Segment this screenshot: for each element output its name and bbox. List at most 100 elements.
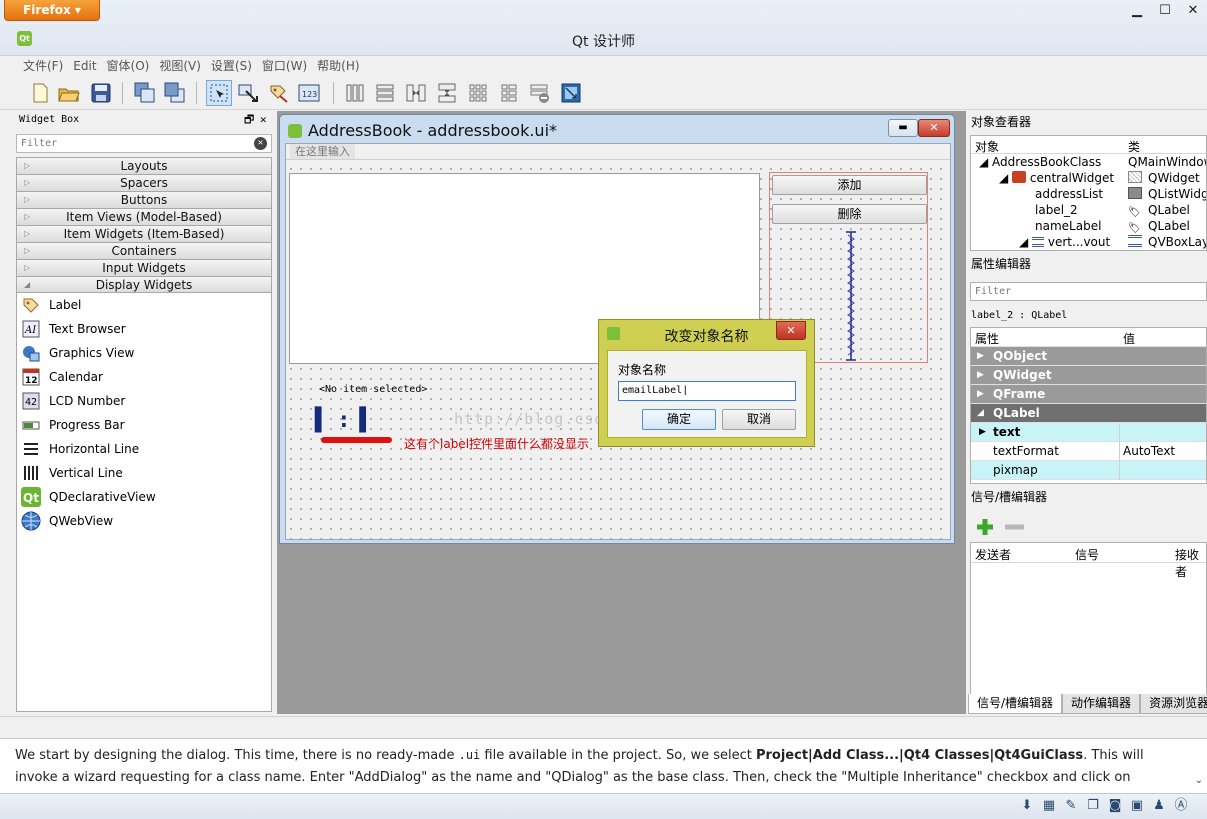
col-sender[interactable]: 发送者 [975,546,1011,563]
tools-icon[interactable]: ✎ [1063,798,1079,814]
widget-item-calendar[interactable]: 12 Calendar [17,365,271,389]
col-signal[interactable]: 信号 [1075,546,1099,563]
category-input-widgets[interactable]: ▷ Input Widgets [16,259,272,276]
send-to-back-icon[interactable] [132,80,158,106]
adjust-size-icon[interactable] [558,80,584,106]
scroll-down-icon[interactable]: ⌄ [1195,775,1203,786]
property-value[interactable]: AutoText [1123,444,1175,458]
widget-item-lcd-number[interactable]: 42 LCD Number [17,389,271,413]
menu-edit[interactable]: Edit [68,56,101,76]
minimize-icon[interactable]: ▁ [1123,0,1151,22]
category-buttons[interactable]: ▷ Buttons [16,191,272,208]
layout-vertical-splitter-icon[interactable] [434,80,460,106]
save-icon[interactable] [88,80,114,106]
add-button[interactable]: 添加 [772,175,927,195]
delete-button[interactable]: 删除 [772,204,927,224]
col-receiver[interactable]: 接收者 [1175,546,1206,580]
close-icon[interactable]: ✕ [918,119,950,137]
property-group-qobject[interactable]: ▶ QObject [971,347,1206,366]
menu-view[interactable]: 视图(V) [154,56,206,76]
download-icon[interactable]: ⬇ [1019,798,1035,814]
ok-button[interactable]: 确定 [642,409,716,430]
tree-row[interactable]: ◢ AddressBookClass QMainWindow [971,154,1206,170]
clear-filter-icon[interactable]: ✕ [254,137,267,150]
add-connection-icon[interactable] [975,517,995,537]
widget-item-qwebview[interactable]: QWebView [17,509,271,533]
edit-buddies-icon[interactable] [266,80,292,106]
category-spacers[interactable]: ▷ Spacers [16,174,272,191]
tab-signal-slot-editor[interactable]: 信号/槽编辑器 [968,694,1063,714]
vertical-spacer-icon[interactable] [845,231,857,361]
property-row-pixmap[interactable]: pixmap [971,461,1206,480]
new-file-icon[interactable] [27,80,53,106]
capture-icon[interactable]: ▣ [1129,798,1145,814]
break-layout-icon[interactable] [527,80,553,106]
property-filter-input[interactable]: Filter [970,282,1207,301]
edit-widgets-icon[interactable] [206,80,232,106]
tab-action-editor[interactable]: 动作编辑器 [1062,694,1141,714]
layout-horizontal-icon[interactable] [342,80,368,106]
tree-row[interactable]: label_2 🏷 QLabel [971,202,1206,218]
col-property[interactable]: 属性 [975,330,999,347]
property-group-qlabel[interactable]: ◢ QLabel [971,404,1206,423]
maximize-icon[interactable]: ☐ [1151,0,1179,22]
menu-file[interactable]: 文件(F) [18,56,68,76]
close-icon[interactable]: ✕ [1179,0,1207,22]
col-object[interactable]: 对象 [975,138,999,155]
menu-form[interactable]: 窗体(O) [102,56,155,76]
layout-horizontal-splitter-icon[interactable] [403,80,429,106]
firefox-menu-button[interactable]: Firefox ▾ [4,0,100,21]
widget-item-label[interactable]: Label [17,293,271,317]
close-icon[interactable]: ✕ [260,111,267,129]
tree-row[interactable]: nameLabel 🏷 QLabel [971,218,1206,234]
open-folder-icon[interactable] [56,80,82,106]
form-window-titlebar[interactable]: AddressBook - addressbook.ui* ▬ ✕ [280,115,954,145]
name-label-text[interactable]: <No item selected> [319,384,427,395]
property-group-qframe[interactable]: ▶ QFrame [971,385,1206,404]
property-table[interactable]: 属性 值 ▶ QObject ▶ QWidget ▶ QFrame ◢ QLabel ▶… [970,327,1207,484]
widget-item-text-browser[interactable]: AI Text Browser [17,317,271,341]
widget-item-graphics-view[interactable]: Graphics View [17,341,271,365]
minimize-icon[interactable]: ▬ [888,119,918,137]
tab-resource-browser[interactable]: 资源浏览器 [1140,694,1207,714]
type-here-menu-item[interactable]: 在这里输入 [290,144,355,159]
category-display-widgets[interactable]: ◢ Display Widgets [16,276,272,293]
addon-bar-icon[interactable]: ▦ [1041,798,1057,814]
layout-grid-icon[interactable] [465,80,491,106]
menu-settings[interactable]: 设置(S) [206,56,257,76]
menu-window[interactable]: 窗口(W) [257,56,312,76]
screenshot-icon[interactable]: ◙ [1107,798,1123,814]
close-icon[interactable]: ✕ [776,321,806,340]
edit-signals-slots-icon[interactable] [236,80,262,106]
empty-label-widget[interactable]: ▌:▌ [315,408,382,433]
windows-icon[interactable]: ❐ [1085,798,1101,814]
object-name-input[interactable]: emailLabel| [618,381,796,401]
widget-item-horizontal-line[interactable]: Horizontal Line [17,437,271,461]
col-class[interactable]: 类 [1128,138,1140,155]
col-value[interactable]: 值 [1123,330,1135,347]
object-inspector-tree[interactable]: 对象 类 ◢ AddressBookClass QMainWindow ◢ ce… [970,135,1207,251]
property-row-textformat[interactable]: textFormat AutoText [971,442,1206,461]
category-layouts[interactable]: ▷ Layouts [16,157,272,174]
category-item-views[interactable]: ▷ Item Views (Model-Based) [16,208,272,225]
menu-help[interactable]: 帮助(H) [312,56,364,76]
tree-row[interactable]: addressList QListWidget [971,186,1206,202]
category-item-widgets[interactable]: ▷ Item Widgets (Item-Based) [16,225,272,242]
remove-connection-icon[interactable] [1004,517,1024,537]
float-icon[interactable]: 🗗 [244,111,254,129]
category-containers[interactable]: ▷ Containers [16,242,272,259]
layout-form-icon[interactable] [496,80,522,106]
property-group-qwidget[interactable]: ▶ QWidget [971,366,1206,385]
bring-to-front-icon[interactable] [162,80,188,106]
edit-tab-order-icon[interactable]: 123 [296,80,322,106]
tree-row[interactable]: ◢ centralWidget QWidget [971,170,1206,186]
cancel-button[interactable]: 取消 [722,409,796,430]
tree-row[interactable]: ◢ vert...vout QVBoxLayout [971,234,1206,250]
widget-box-filter-input[interactable]: Filter ✕ [16,134,272,153]
widget-item-vertical-line[interactable]: Vertical Line [17,461,271,485]
user-icon[interactable]: ♟ [1151,798,1167,814]
translate-icon[interactable]: Ⓐ [1173,798,1189,814]
signal-slot-table[interactable]: 发送者 信号 接收者 [970,542,1207,714]
layout-vertical-icon[interactable] [372,80,398,106]
widget-item-progress-bar[interactable]: Progress Bar [17,413,271,437]
